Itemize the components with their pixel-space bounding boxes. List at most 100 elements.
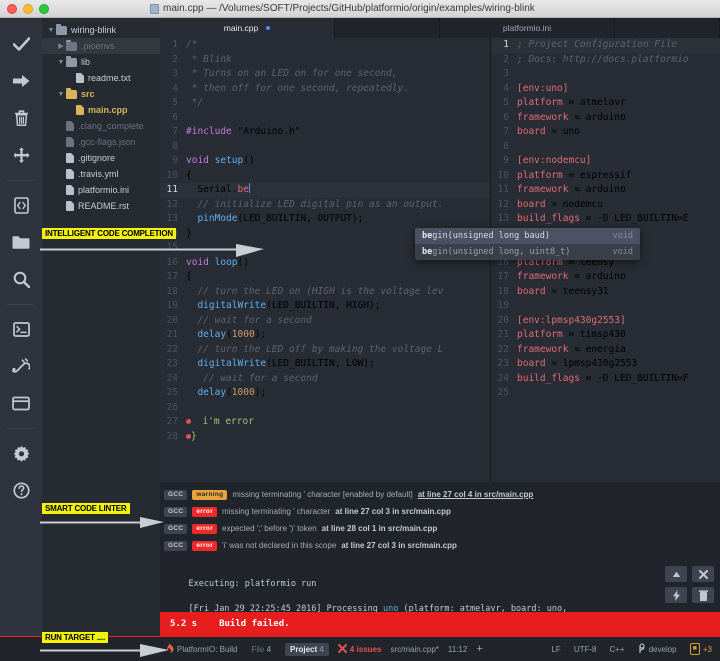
terminal-icon[interactable]	[6, 313, 36, 345]
run-button[interactable]	[665, 587, 687, 603]
minimize-window-button[interactable]	[23, 3, 33, 14]
platformio-ini-line[interactable]: 24 build_flags = -D LED_BUILTIN=F	[491, 372, 720, 387]
twisty-icon[interactable]: ▼	[56, 91, 66, 98]
tree-item-platformio-ini[interactable]: platformio.ini	[42, 182, 160, 198]
platformio-ini-line[interactable]: 8	[491, 140, 720, 155]
tab-main-cpp[interactable]: main.cpp	[160, 18, 335, 38]
tab-platformio-ini[interactable]: platformio.ini	[440, 18, 615, 38]
main-cpp-line[interactable]: 7 #include "Arduino.h"	[160, 125, 490, 140]
main-cpp-line[interactable]: 6	[160, 111, 490, 126]
platformio-ini-line[interactable]: 12 board = nodemcu	[491, 198, 720, 213]
main-cpp-line[interactable]: 25 delay(1000);	[160, 386, 490, 401]
file-scope-chip[interactable]: File 4	[246, 643, 276, 656]
main-cpp-line[interactable]: 17 {	[160, 270, 490, 285]
platformio-ini-line[interactable]: 10 platform = espressif	[491, 169, 720, 184]
main-cpp-line[interactable]: 24 // wait for a second	[160, 372, 490, 387]
twisty-icon[interactable]: ▶	[56, 42, 66, 50]
linter-row[interactable]: GCC error 'i' was not declared in this sco…	[164, 537, 720, 554]
language-selector[interactable]: C++	[609, 645, 624, 654]
folder-icon[interactable]	[6, 226, 36, 258]
git-branch-indicator[interactable]: develop	[638, 642, 677, 656]
platformio-ini-line[interactable]: 4 [env:uno]	[491, 82, 720, 97]
main-cpp-line[interactable]: 18 // turn the LED on (HIGH is the volta…	[160, 285, 490, 300]
current-file-path[interactable]: src/main.cpp*	[390, 645, 438, 654]
tree-item-lib[interactable]: ▼ lib	[42, 54, 160, 70]
linter-location[interactable]: at line 27 col 4 in src/main.cpp	[418, 490, 534, 499]
linter-panel[interactable]: GCC warning missing terminating ' characte…	[160, 482, 720, 560]
close-icon[interactable]	[692, 566, 714, 582]
issues-indicator[interactable]: 4 issues	[337, 643, 381, 655]
platformio-ini-line[interactable]: 25	[491, 386, 720, 401]
arrow-right-icon[interactable]	[6, 65, 36, 97]
help-icon[interactable]	[6, 474, 36, 506]
window-controls[interactable]	[0, 3, 150, 14]
git-diff-indicator[interactable]: ■ +3	[689, 643, 712, 655]
main-cpp-line[interactable]: 1 /*	[160, 38, 490, 53]
main-cpp-line[interactable]: 2 * Blink	[160, 53, 490, 68]
tree-item--gcc-flags-json[interactable]: .gcc-flags.json	[42, 134, 160, 150]
platformio-ini-line[interactable]: 17 framework = arduino	[491, 270, 720, 285]
main-cpp-line[interactable]: 19 digitalWrite(LED_BUILTIN, HIGH);	[160, 299, 490, 314]
tree-item-src[interactable]: ▼ src	[42, 86, 160, 102]
clear-trash-icon[interactable]	[692, 587, 714, 603]
platformio-ini-line[interactable]: 11 framework = arduino	[491, 183, 720, 198]
tree-item-readme-rst[interactable]: README.rst	[42, 198, 160, 214]
linter-row[interactable]: GCC warning missing terminating ' characte…	[164, 486, 720, 503]
collapse-button[interactable]	[665, 566, 687, 582]
main-cpp-line[interactable]: 3 * Turns on an LED on for one second,	[160, 67, 490, 82]
tree-item-readme-txt[interactable]: readme.txt	[42, 70, 160, 86]
platformio-ini-line[interactable]: 21 platform = timsp430	[491, 328, 720, 343]
main-cpp-line[interactable]: 13 pinMode(LED_BUILTIN, OUTPUT);	[160, 212, 490, 227]
twisty-icon[interactable]: ▼	[46, 27, 56, 34]
tree-item--pioenvs[interactable]: ▶ .pioenvs	[42, 38, 160, 54]
run-target-button[interactable]: PlatformIO: Build	[165, 642, 237, 656]
move-icon[interactable]	[6, 139, 36, 171]
check-icon[interactable]	[6, 28, 36, 60]
linter-location[interactable]: at line 27 col 3 in src/main.cpp	[335, 507, 451, 516]
main-cpp-line[interactable]: 4 * then off for one second, repeatedly.	[160, 82, 490, 97]
linter-row[interactable]: GCC error missing terminating ' character a…	[164, 503, 720, 520]
autocomplete-item[interactable]: begin(unsigned long baud) void	[415, 228, 640, 244]
autocomplete-popup[interactable]: begin(unsigned long baud) void begin(unsig…	[415, 228, 640, 260]
platformio-ini-line[interactable]: 23 board = lpmsp430g2553	[491, 357, 720, 372]
close-window-button[interactable]	[7, 3, 17, 14]
tree-item-wiring-blink[interactable]: ▼ wiring-blink	[42, 22, 160, 38]
tree-item--gitignore[interactable]: .gitignore	[42, 150, 160, 166]
trash-icon[interactable]	[6, 102, 36, 134]
main-cpp-line[interactable]: 20 // wait for a second	[160, 314, 490, 329]
encoding-selector[interactable]: UTF-8	[574, 645, 597, 654]
window-icon[interactable]	[6, 387, 36, 419]
main-cpp-line[interactable]: 23 digitalWrite(LED_BUILTIN, LOW);	[160, 357, 490, 372]
main-cpp-line[interactable]: 12 // initialize LED digital pin as an o…	[160, 198, 490, 213]
platformio-ini-line[interactable]: 18 board = teensy31	[491, 285, 720, 300]
cursor-position[interactable]: 11:12	[448, 645, 467, 654]
add-pane-button[interactable]: +	[476, 643, 482, 655]
main-cpp-line[interactable]: 22 // turn the LED off by making the vol…	[160, 343, 490, 358]
plug-icon[interactable]	[6, 350, 36, 382]
platformio-ini-line[interactable]: 19	[491, 299, 720, 314]
main-cpp-line[interactable]: 9 void setup()	[160, 154, 490, 169]
main-cpp-line[interactable]: 26	[160, 401, 490, 416]
platformio-ini-line[interactable]: 1 ; Project Configuration File	[491, 38, 720, 53]
tree-item--travis-yml[interactable]: .travis.yml	[42, 166, 160, 182]
platformio-ini-line[interactable]: 20 [env:lpmsp430g2553]	[491, 314, 720, 329]
main-cpp-line[interactable]: 21 delay(1000);	[160, 328, 490, 343]
tree-item--clang-complete[interactable]: .clang_complete	[42, 118, 160, 134]
project-scope-chip[interactable]: Project 4	[285, 642, 329, 656]
platformio-ini-line[interactable]: 5 platform = atmelavr	[491, 96, 720, 111]
tree-item-main-cpp[interactable]: main.cpp	[42, 102, 160, 118]
linter-row[interactable]: GCC error expected ';' before ')' token at …	[164, 520, 720, 537]
platformio-ini-line[interactable]: 3	[491, 67, 720, 82]
search-icon[interactable]	[6, 263, 36, 295]
maximize-window-button[interactable]	[39, 3, 49, 14]
code-pane-main-cpp[interactable]: 1/* 2 * Blink 3 * Turns on an LED on for o…	[160, 38, 490, 500]
code-pane-platformio-ini[interactable]: 1 ; Project Configuration File 2 ; Docs: ht…	[490, 38, 720, 500]
main-cpp-line[interactable]: 10 {	[160, 169, 490, 184]
main-cpp-line[interactable]: 5 */	[160, 96, 490, 111]
autocomplete-item[interactable]: begin(unsigned long, uint8_t) void	[415, 244, 640, 260]
main-cpp-line[interactable]: 11 Serial.be	[160, 183, 490, 198]
main-cpp-line[interactable]: 28}	[160, 430, 490, 445]
platformio-ini-line[interactable]: 22 framework = energia	[491, 343, 720, 358]
file-tree[interactable]: ▼ wiring-blink ▶ .pioenvs ▼ lib readme.txt ▼ src…	[42, 18, 160, 661]
platformio-ini-line[interactable]: 13 build_flags = -D LED_BUILTIN=E	[491, 212, 720, 227]
